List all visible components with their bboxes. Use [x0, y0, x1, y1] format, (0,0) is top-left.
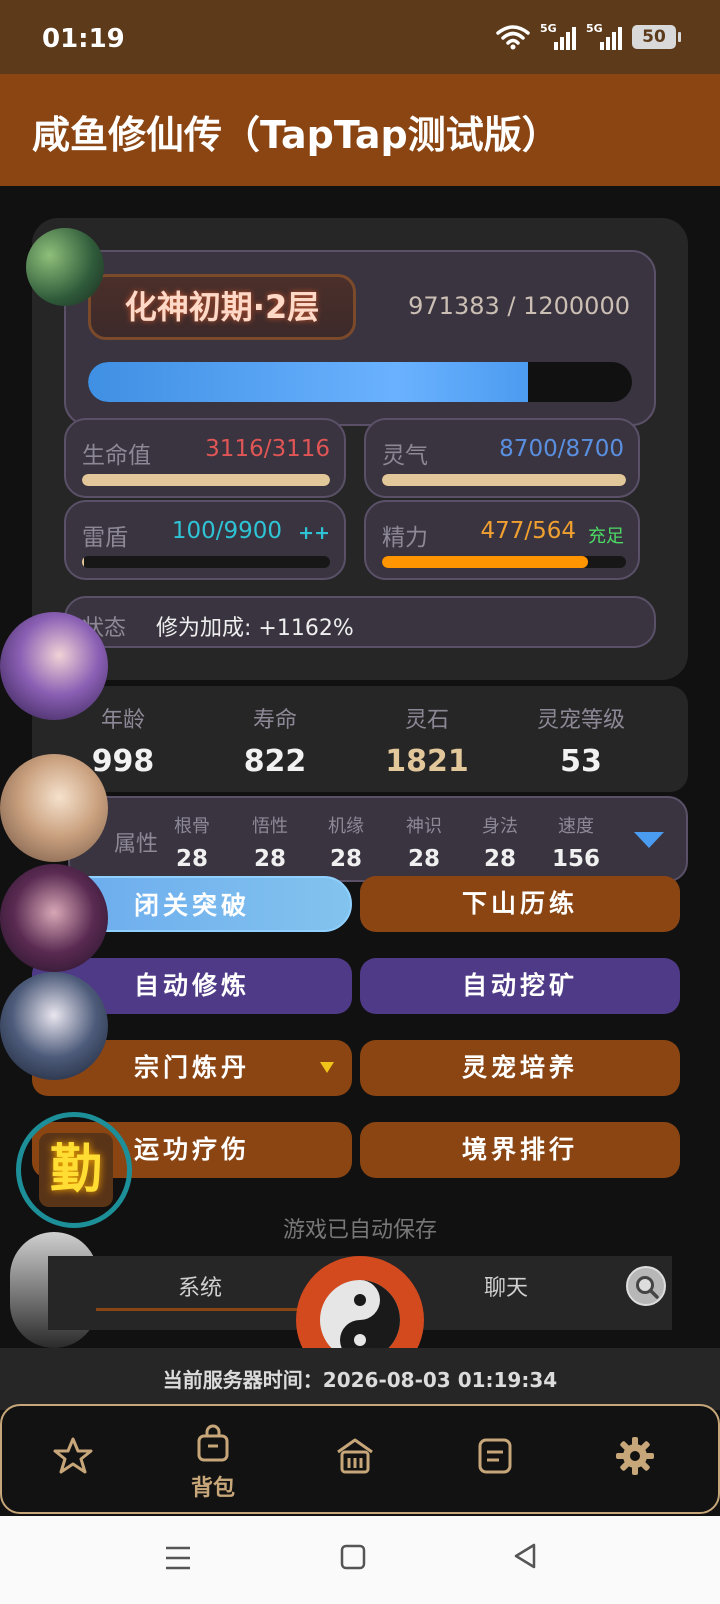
- realm-badge[interactable]: 化神初期·2层: [88, 274, 356, 340]
- note-icon: [478, 1438, 512, 1474]
- spirit-bar-fill: [382, 474, 626, 486]
- energy-bar-fill: [382, 556, 589, 568]
- energy-value: 477/564: [480, 518, 576, 544]
- auto-mine-button[interactable]: 自动挖矿: [360, 958, 680, 1014]
- diligence-badge[interactable]: 勤: [16, 1112, 132, 1228]
- info-spirit-stones: 灵石 1821: [385, 708, 469, 779]
- state-box: 状态 修为加成: +1162%: [64, 596, 656, 648]
- menu-icon[interactable]: [164, 1544, 192, 1572]
- app-title: 咸鱼修仙传（TapTap测试版）: [32, 113, 560, 157]
- system-nav-bar: [0, 1516, 720, 1604]
- hp-value: 3116/3116: [205, 436, 330, 462]
- nav-home[interactable]: [310, 1436, 400, 1480]
- info-row: 年龄 998 寿命 822 灵石 1821 灵宠等级 53: [32, 686, 688, 792]
- nav-favorites[interactable]: [28, 1436, 118, 1480]
- attr-agility: 身法 28: [482, 816, 518, 872]
- app-title-bar: 咸鱼修仙传（TapTap测试版）: [0, 74, 720, 186]
- player-avatar[interactable]: [26, 228, 104, 306]
- pet-training-button[interactable]: 灵宠培养: [360, 1040, 680, 1096]
- tab-system[interactable]: 系统: [178, 1270, 222, 1302]
- shield-box: 雷盾 100/9900 ++: [64, 500, 346, 580]
- attr-spirit-sense: 神识 28: [406, 816, 442, 872]
- floating-avatar-1[interactable]: [0, 612, 108, 720]
- status-time: 01:19: [42, 24, 125, 54]
- attr-bone: 根骨 28: [174, 816, 210, 872]
- attr-speed: 速度 156: [551, 816, 600, 872]
- bottom-nav: 背包: [0, 1404, 720, 1514]
- energy-box: 精力 477/564 充足: [364, 500, 640, 580]
- tab-chat[interactable]: 聊天: [484, 1270, 528, 1302]
- shield-bar-fill: [82, 556, 85, 568]
- info-pet-level: 灵宠等级 53: [536, 708, 625, 779]
- shield-value: 100/9900: [171, 518, 282, 544]
- star-icon: [53, 1437, 93, 1474]
- dropdown-arrow-icon: [320, 1062, 334, 1073]
- nav-settings[interactable]: [590, 1436, 680, 1480]
- hp-bar-fill: [82, 474, 330, 486]
- hp-box: 生命值 3116/3116: [64, 418, 346, 498]
- status-bar: 01:19 5G 5G 50: [0, 0, 720, 74]
- home-icon: [337, 1438, 373, 1474]
- floating-avatar-4[interactable]: [0, 972, 108, 1080]
- info-lifespan: 寿命 822: [243, 708, 307, 779]
- shield-plus-button[interactable]: ++: [298, 522, 330, 544]
- xp-text: 971383 / 1200000: [408, 292, 630, 320]
- floating-avatar-3[interactable]: [0, 864, 108, 972]
- signal-icon: 5G: [586, 22, 622, 52]
- nav-bag[interactable]: 背包: [168, 1424, 258, 1502]
- energy-status: 充足: [588, 526, 624, 547]
- spirit-value: 8700/8700: [499, 436, 624, 462]
- floating-avatar-2[interactable]: [0, 754, 108, 862]
- server-time-bar: 当前服务器时间：2026-08-03 01:19:34: [0, 1348, 720, 1410]
- bag-icon: [197, 1424, 229, 1462]
- nav-notes[interactable]: [450, 1436, 540, 1480]
- attributes-panel[interactable]: 属性 根骨 28 悟性 28 机缘 28 神识 28 身法 28 速度 156: [68, 796, 688, 882]
- adventure-button[interactable]: 下山历练: [360, 876, 680, 932]
- status-icons: 5G 5G 50: [496, 22, 681, 52]
- xp-progress-bar: [88, 362, 632, 402]
- triangle-down-icon[interactable]: [634, 832, 664, 848]
- xp-progress-fill: [88, 362, 529, 402]
- state-value: 修为加成: +1162%: [156, 616, 354, 641]
- back-icon[interactable]: [512, 1542, 538, 1570]
- square-icon[interactable]: [340, 1544, 366, 1570]
- save-notice: 游戏已自动保存: [282, 1218, 437, 1243]
- search-icon: [636, 1276, 659, 1299]
- attr-fortune: 机缘 28: [328, 816, 364, 872]
- battery-icon: 50: [632, 25, 681, 49]
- search-button[interactable]: [626, 1266, 666, 1306]
- ranking-button[interactable]: 境界排行: [360, 1122, 680, 1178]
- signal-icon: 5G: [540, 22, 576, 52]
- gear-icon: [616, 1437, 654, 1475]
- server-time: 当前服务器时间：2026-08-03 01:19:34: [162, 1368, 558, 1392]
- spirit-box: 灵气 8700/8700: [364, 418, 640, 498]
- wifi-icon: [496, 25, 530, 50]
- attr-comprehension: 悟性 28: [252, 816, 288, 872]
